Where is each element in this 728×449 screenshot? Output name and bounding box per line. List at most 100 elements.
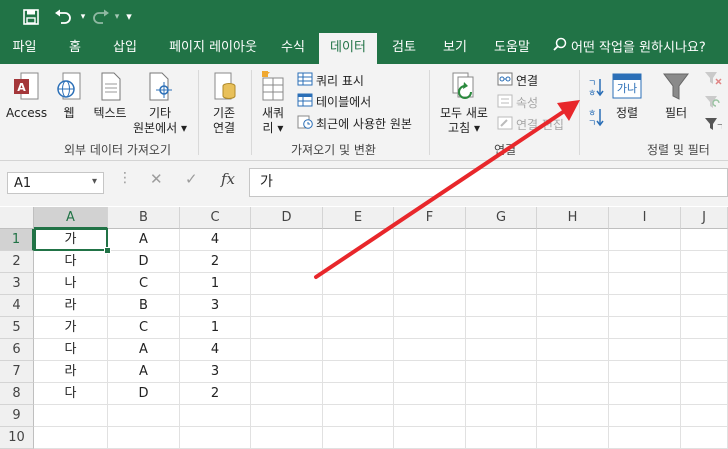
save-icon[interactable] (18, 0, 44, 33)
cell-b5[interactable]: C (108, 317, 180, 339)
cell-i4[interactable] (609, 295, 681, 317)
tab-data[interactable]: 데이터 (319, 33, 377, 66)
cell-c3[interactable]: 1 (180, 273, 251, 295)
insert-function-icon[interactable]: fx (221, 170, 235, 188)
cell-e8[interactable] (323, 383, 394, 405)
column-header-c[interactable]: C (180, 207, 251, 229)
cell-d6[interactable] (251, 339, 323, 361)
cell-i7[interactable] (609, 361, 681, 383)
cell-a9[interactable] (34, 405, 108, 427)
cell-d5[interactable] (251, 317, 323, 339)
show-queries-button[interactable]: 쿼리 표시 (297, 70, 364, 90)
cell-j3[interactable] (681, 273, 728, 295)
cell-h1[interactable] (537, 229, 609, 251)
cell-b9[interactable] (108, 405, 180, 427)
cell-j5[interactable] (681, 317, 728, 339)
column-header-e[interactable]: E (323, 207, 394, 229)
tab-view[interactable]: 보기 (433, 33, 477, 64)
cell-d9[interactable] (251, 405, 323, 427)
cell-g5[interactable] (466, 317, 537, 339)
row-header-1[interactable]: 1 (0, 229, 34, 251)
cell-i6[interactable] (609, 339, 681, 361)
tab-page-layout[interactable]: 페이지 레이아웃 (155, 33, 271, 64)
column-header-j[interactable]: J (681, 207, 728, 229)
reapply-button[interactable] (702, 94, 724, 114)
cell-f8[interactable] (394, 383, 466, 405)
column-header-f[interactable]: F (394, 207, 466, 229)
cell-e2[interactable] (323, 251, 394, 273)
tab-help[interactable]: 도움말 (484, 33, 540, 64)
from-web-button[interactable]: 웹 (52, 70, 86, 121)
cell-b8[interactable]: D (108, 383, 180, 405)
from-other-sources-button[interactable]: 기타 원본에서 ▾ (132, 70, 188, 136)
cell-a5[interactable]: 가 (34, 317, 108, 339)
cell-g6[interactable] (466, 339, 537, 361)
cell-h9[interactable] (537, 405, 609, 427)
cell-j8[interactable] (681, 383, 728, 405)
cell-f3[interactable] (394, 273, 466, 295)
cell-g3[interactable] (466, 273, 537, 295)
row-header-2[interactable]: 2 (0, 251, 34, 273)
advanced-filter-button[interactable]: ㄱ (702, 116, 724, 136)
cell-h6[interactable] (537, 339, 609, 361)
cell-c9[interactable] (180, 405, 251, 427)
cell-c6[interactable]: 4 (180, 339, 251, 361)
tab-insert[interactable]: 삽입 (103, 33, 147, 64)
cell-e5[interactable] (323, 317, 394, 339)
refresh-all-button[interactable]: 모두 새로 고침 ▾ (436, 70, 492, 136)
cell-f6[interactable] (394, 339, 466, 361)
cell-b7[interactable]: A (108, 361, 180, 383)
cell-b1[interactable]: A (108, 229, 180, 251)
cell-d8[interactable] (251, 383, 323, 405)
cell-h10[interactable] (537, 427, 609, 449)
row-header-9[interactable]: 9 (0, 405, 34, 427)
cell-a2[interactable]: 다 (34, 251, 108, 273)
cell-h4[interactable] (537, 295, 609, 317)
cell-d10[interactable] (251, 427, 323, 449)
cell-g7[interactable] (466, 361, 537, 383)
cell-a8[interactable]: 다 (34, 383, 108, 405)
row-header-6[interactable]: 6 (0, 339, 34, 361)
cell-j7[interactable] (681, 361, 728, 383)
cell-f5[interactable] (394, 317, 466, 339)
cell-a7[interactable]: 라 (34, 361, 108, 383)
properties-button[interactable]: 속성 (497, 92, 538, 112)
undo-dropdown-icon[interactable]: ▾ (78, 0, 88, 33)
cell-i9[interactable] (609, 405, 681, 427)
cell-h8[interactable] (537, 383, 609, 405)
cell-a4[interactable]: 라 (34, 295, 108, 317)
cell-e7[interactable] (323, 361, 394, 383)
from-table-button[interactable]: 테이블에서 (297, 91, 371, 111)
cell-j1[interactable] (681, 229, 728, 251)
from-text-button[interactable]: 텍스트 (90, 70, 130, 121)
cancel-icon[interactable]: ✕ (150, 170, 163, 188)
cell-i2[interactable] (609, 251, 681, 273)
customize-qat-icon[interactable]: ▾ (121, 0, 137, 33)
cell-f9[interactable] (394, 405, 466, 427)
column-header-a[interactable]: A (34, 207, 108, 229)
cell-h3[interactable] (537, 273, 609, 295)
fill-handle[interactable] (104, 247, 111, 254)
column-header-i[interactable]: I (609, 207, 681, 229)
cell-d7[interactable] (251, 361, 323, 383)
cell-j4[interactable] (681, 295, 728, 317)
cell-f1[interactable] (394, 229, 466, 251)
cell-h5[interactable] (537, 317, 609, 339)
cell-j2[interactable] (681, 251, 728, 273)
cell-g10[interactable] (466, 427, 537, 449)
cell-b4[interactable]: B (108, 295, 180, 317)
cell-g1[interactable] (466, 229, 537, 251)
cell-g8[interactable] (466, 383, 537, 405)
tab-review[interactable]: 검토 (382, 33, 426, 64)
name-box-dropdown-icon[interactable]: ▾ (92, 176, 97, 187)
edit-links-button[interactable]: 연결 편집 (497, 114, 564, 134)
cell-j10[interactable] (681, 427, 728, 449)
cell-b3[interactable]: C (108, 273, 180, 295)
select-all-corner[interactable] (0, 207, 34, 229)
sort-descending-button[interactable]: ㅎㄱ (585, 106, 605, 132)
cell-g2[interactable] (466, 251, 537, 273)
cell-c8[interactable]: 2 (180, 383, 251, 405)
row-header-8[interactable]: 8 (0, 383, 34, 405)
cell-e3[interactable] (323, 273, 394, 295)
cell-c1[interactable]: 4 (180, 229, 251, 251)
